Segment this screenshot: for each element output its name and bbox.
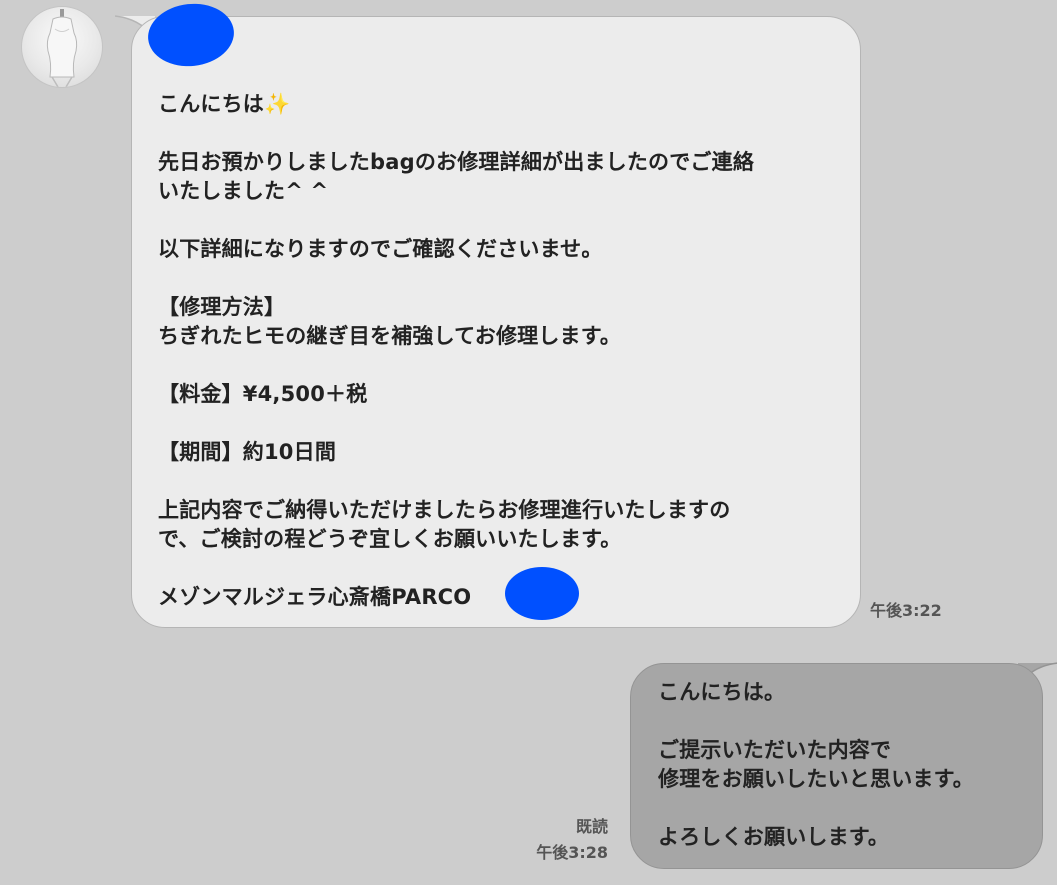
message-line: 【料金】¥4,500＋税 [158, 382, 368, 406]
message-line [658, 707, 1026, 736]
incoming-message-time: 午後3:22 [870, 601, 942, 620]
outgoing-message-body: こんにちは。ご提示いただいた内容で修理をお願いしたいと思います。 よろしくお願いし… [658, 678, 1026, 852]
message-line: 【修理方法】 [158, 295, 286, 319]
message-line [158, 467, 840, 496]
incoming-message-bubble[interactable]: こんにちは✨ 先日お預かりしましたbagのお修理詳細が出ましたのでご連絡 いたしまし… [131, 16, 861, 628]
contact-avatar[interactable] [21, 6, 103, 88]
message-line [658, 794, 1026, 823]
message-line: 先日お預かりしましたbagのお修理詳細が出ましたのでご連絡 [158, 150, 755, 174]
message-line [158, 206, 840, 235]
message-line [158, 554, 840, 583]
mannequin-icon [46, 9, 78, 87]
message-line: 以下詳細になりますのでご確認くださいませ。 [158, 237, 603, 261]
incoming-message-body: こんにちは✨ 先日お預かりしましたbagのお修理詳細が出ましたのでご連絡 いたしまし… [158, 90, 840, 612]
message-line [158, 351, 840, 380]
outgoing-message-meta: 既読 午後3:28 [520, 814, 608, 866]
outgoing-message-time: 午後3:28 [536, 843, 608, 862]
message-line: こんにちは。 [658, 680, 786, 704]
message-line: で、ご検討の程どうぞ宜しくお願いいたします。 [158, 527, 622, 551]
message-line: いたしました^ ^ [158, 179, 329, 203]
message-line: メゾンマルジェラ心斎橋PARCO [158, 585, 472, 609]
message-line [158, 264, 840, 293]
message-line [158, 119, 840, 148]
read-receipt: 既読 [575, 817, 608, 836]
message-line [158, 409, 840, 438]
message-line: こんにちは✨ [158, 92, 291, 116]
outgoing-message-bubble[interactable]: こんにちは。ご提示いただいた内容で修理をお願いしたいと思います。 よろしくお願いし… [630, 663, 1043, 869]
message-line: 上記内容でご納得いただけましたらお修理進行いたしますの [158, 498, 731, 522]
message-line: ちぎれたヒモの継ぎ目を補強してお修理します。 [158, 324, 622, 348]
message-line: 【期間】約10日間 [158, 440, 337, 464]
message-line: よろしくお願いします。 [658, 825, 890, 849]
message-line: 修理をお願いしたいと思います。 [658, 767, 974, 791]
redacted-store-detail [505, 567, 579, 620]
message-line: ご提示いただいた内容で [658, 738, 892, 762]
